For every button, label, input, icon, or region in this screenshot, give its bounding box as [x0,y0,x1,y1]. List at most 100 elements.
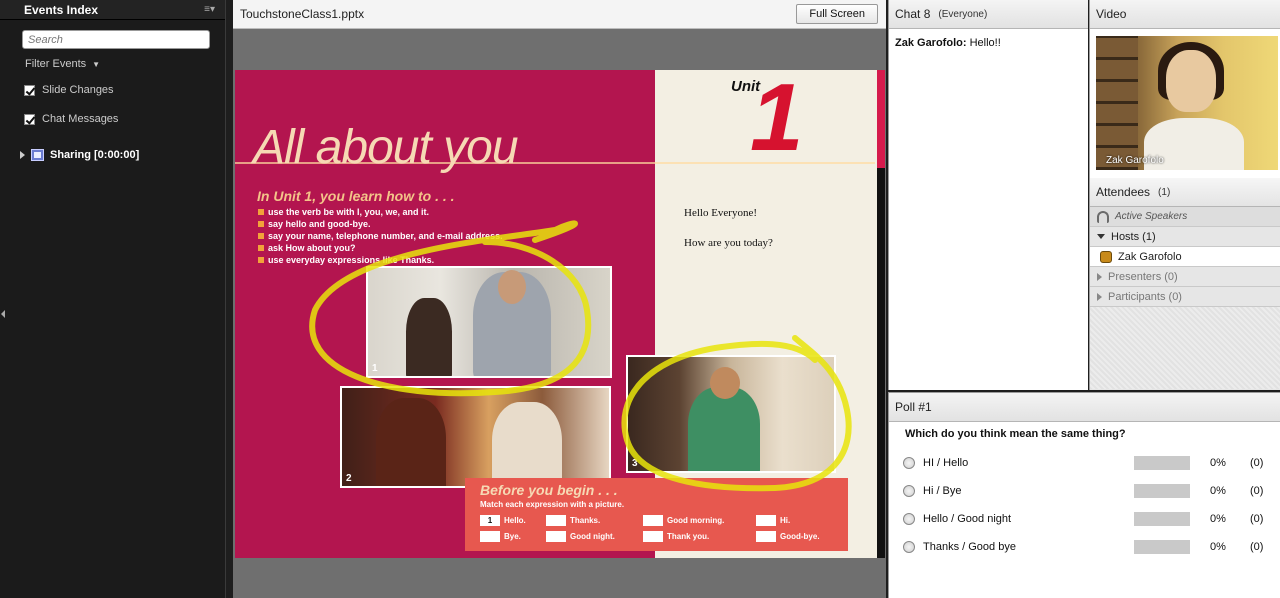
answer-item: Thanks. [546,515,600,526]
poll-result-bar [1134,540,1190,554]
slide-learn-heading: In Unit 1, you learn how to . . . [257,188,455,204]
answer-item: Good night. [546,531,615,542]
poll-option[interactable]: Hello / Good night 0% (0) [903,512,1273,528]
expand-arrow-icon[interactable] [20,151,25,159]
radio-button[interactable] [903,457,915,469]
filter-slide-changes[interactable]: Slide Changes [24,84,114,96]
poll-option[interactable]: Hi / Bye 0% (0) [903,484,1273,500]
poll-option-label: Hello / Good night [923,513,1012,525]
slide-edge-dark [877,168,885,558]
answer-label: Hi. [780,516,791,525]
video-titlebar: Video [1090,0,1280,29]
poll-count: (0) [1250,541,1264,553]
poll-question: Which do you think mean the same thing? [905,428,1126,440]
share-pod-titlebar: TouchstoneClass1.pptx Full Screen [233,0,886,29]
answer-label: Bye. [504,532,521,541]
answer-box [480,531,500,542]
slide-title: All about you [253,121,519,174]
poll-percent: 0% [1210,485,1226,497]
bookshelf-bg [1096,36,1138,170]
collapse-sidebar-icon[interactable] [1,310,5,318]
slide-unit-number: 1 [750,70,804,171]
video-caption: Zak Garofolo [1106,155,1164,166]
slide-photo-1: 1 [366,266,612,378]
full-screen-button[interactable]: Full Screen [796,4,878,24]
attendees-pod: Attendees (1) Active Speakers Hosts (1) … [1089,178,1280,390]
radio-button[interactable] [903,541,915,553]
phone-icon [1097,210,1109,223]
chat-scope: (Everyone) [938,8,988,20]
answer-box [756,515,776,526]
presenters-group[interactable]: Presenters (0) [1090,267,1280,287]
radio-button[interactable] [903,485,915,497]
filter-chat-messages-label: Chat Messages [42,113,119,125]
search-input[interactable] [22,30,210,49]
attendee-name: Zak Garofolo [1118,250,1182,263]
attendees-titlebar: Attendees (1) [1090,178,1280,207]
chat-pod: Chat 8 (Everyone) Zak Garofolo: Hello!! [888,0,1088,390]
slide-photo-2: 2 [340,386,611,488]
radio-button[interactable] [903,513,915,525]
filter-events-dropdown[interactable]: Filter Events ▼ [25,58,100,70]
presenter-face [1166,50,1216,112]
answer-box: 1 [480,515,500,526]
poll-titlebar: Poll #1 [889,393,1280,422]
answer-label: Thank you. [667,532,710,541]
answer-box [643,515,663,526]
expand-arrow-icon[interactable] [1097,234,1105,239]
filter-slide-changes-label: Slide Changes [42,84,114,96]
caret-down-icon: ▼ [92,59,101,69]
hosts-label: Hosts (1) [1111,230,1156,243]
slide-photo-3: 3 [626,355,836,473]
photo-number: 1 [372,363,378,374]
event-item-sharing[interactable]: Sharing [0:00:00] [20,149,139,161]
active-speakers-label: Active Speakers [1115,211,1188,222]
poll-option[interactable]: Thanks / Good bye 0% (0) [903,540,1273,556]
answer-box [756,531,776,542]
poll-option-label: HI / Hello [923,457,969,469]
collapse-arrow-icon[interactable] [1097,272,1102,281]
webcam-feed[interactable]: Zak Garofolo [1096,36,1278,170]
poll-percent: 0% [1210,513,1226,525]
answer-box [546,531,566,542]
before-title: Before you begin . . . [480,482,618,498]
checkbox-chat-messages[interactable] [24,113,35,125]
poll-count: (0) [1250,485,1264,497]
poll-option[interactable]: HI / Hello 0% (0) [903,456,1273,472]
answer-box [643,531,663,542]
slide-note-question: How are you today? [684,237,773,249]
slide-bullet: ask How about you? [258,242,503,254]
share-pod: TouchstoneClass1.pptx Full Screen All ab… [233,0,886,598]
hosts-group[interactable]: Hosts (1) [1090,227,1280,247]
slide-bullet: use everyday expressions like Thanks. [258,254,503,266]
active-speakers-row: Active Speakers [1090,207,1280,227]
poll-percent: 0% [1210,457,1226,469]
chat-message: Zak Garofolo: Hello!! [889,29,1088,57]
answer-label: Good-bye. [780,532,820,541]
chat-count: 8 [923,7,931,21]
filter-events-label: Filter Events [25,58,87,70]
panel-menu-icon[interactable]: ≡▾ [204,4,215,15]
poll-option-label: Thanks / Good bye [923,541,1016,553]
checkbox-slide-changes[interactable] [24,84,35,96]
filter-chat-messages[interactable]: Chat Messages [24,113,118,125]
presenters-label: Presenters (0) [1108,270,1178,283]
events-index-title: Events Index [24,2,99,17]
shared-file-name: TouchstoneClass1.pptx [240,7,365,21]
attendees-empty-area [1090,307,1280,389]
events-index-panel: Events Index ≡▾ Filter Events ▼ Slide Ch… [0,0,226,598]
chat-titlebar: Chat 8 (Everyone) [889,0,1088,29]
slide-bullet-list: use the verb be with I, you, we, and it.… [258,206,503,266]
participants-group[interactable]: Participants (0) [1090,287,1280,307]
chat-sender: Zak Garofolo: [895,37,967,49]
poll-option-label: Hi / Bye [923,485,962,497]
answer-item: 1 Hello. [480,515,526,526]
attendee-host[interactable]: Zak Garofolo [1090,247,1280,267]
collapse-arrow-icon[interactable] [1097,292,1102,301]
attendees-title: Attendees [1096,185,1151,199]
slide-note-greeting: Hello Everyone! [684,207,757,219]
answer-item: Thank you. [643,531,709,542]
poll-percent: 0% [1210,541,1226,553]
answer-label: Thanks. [570,516,601,525]
poll-count: (0) [1250,513,1264,525]
